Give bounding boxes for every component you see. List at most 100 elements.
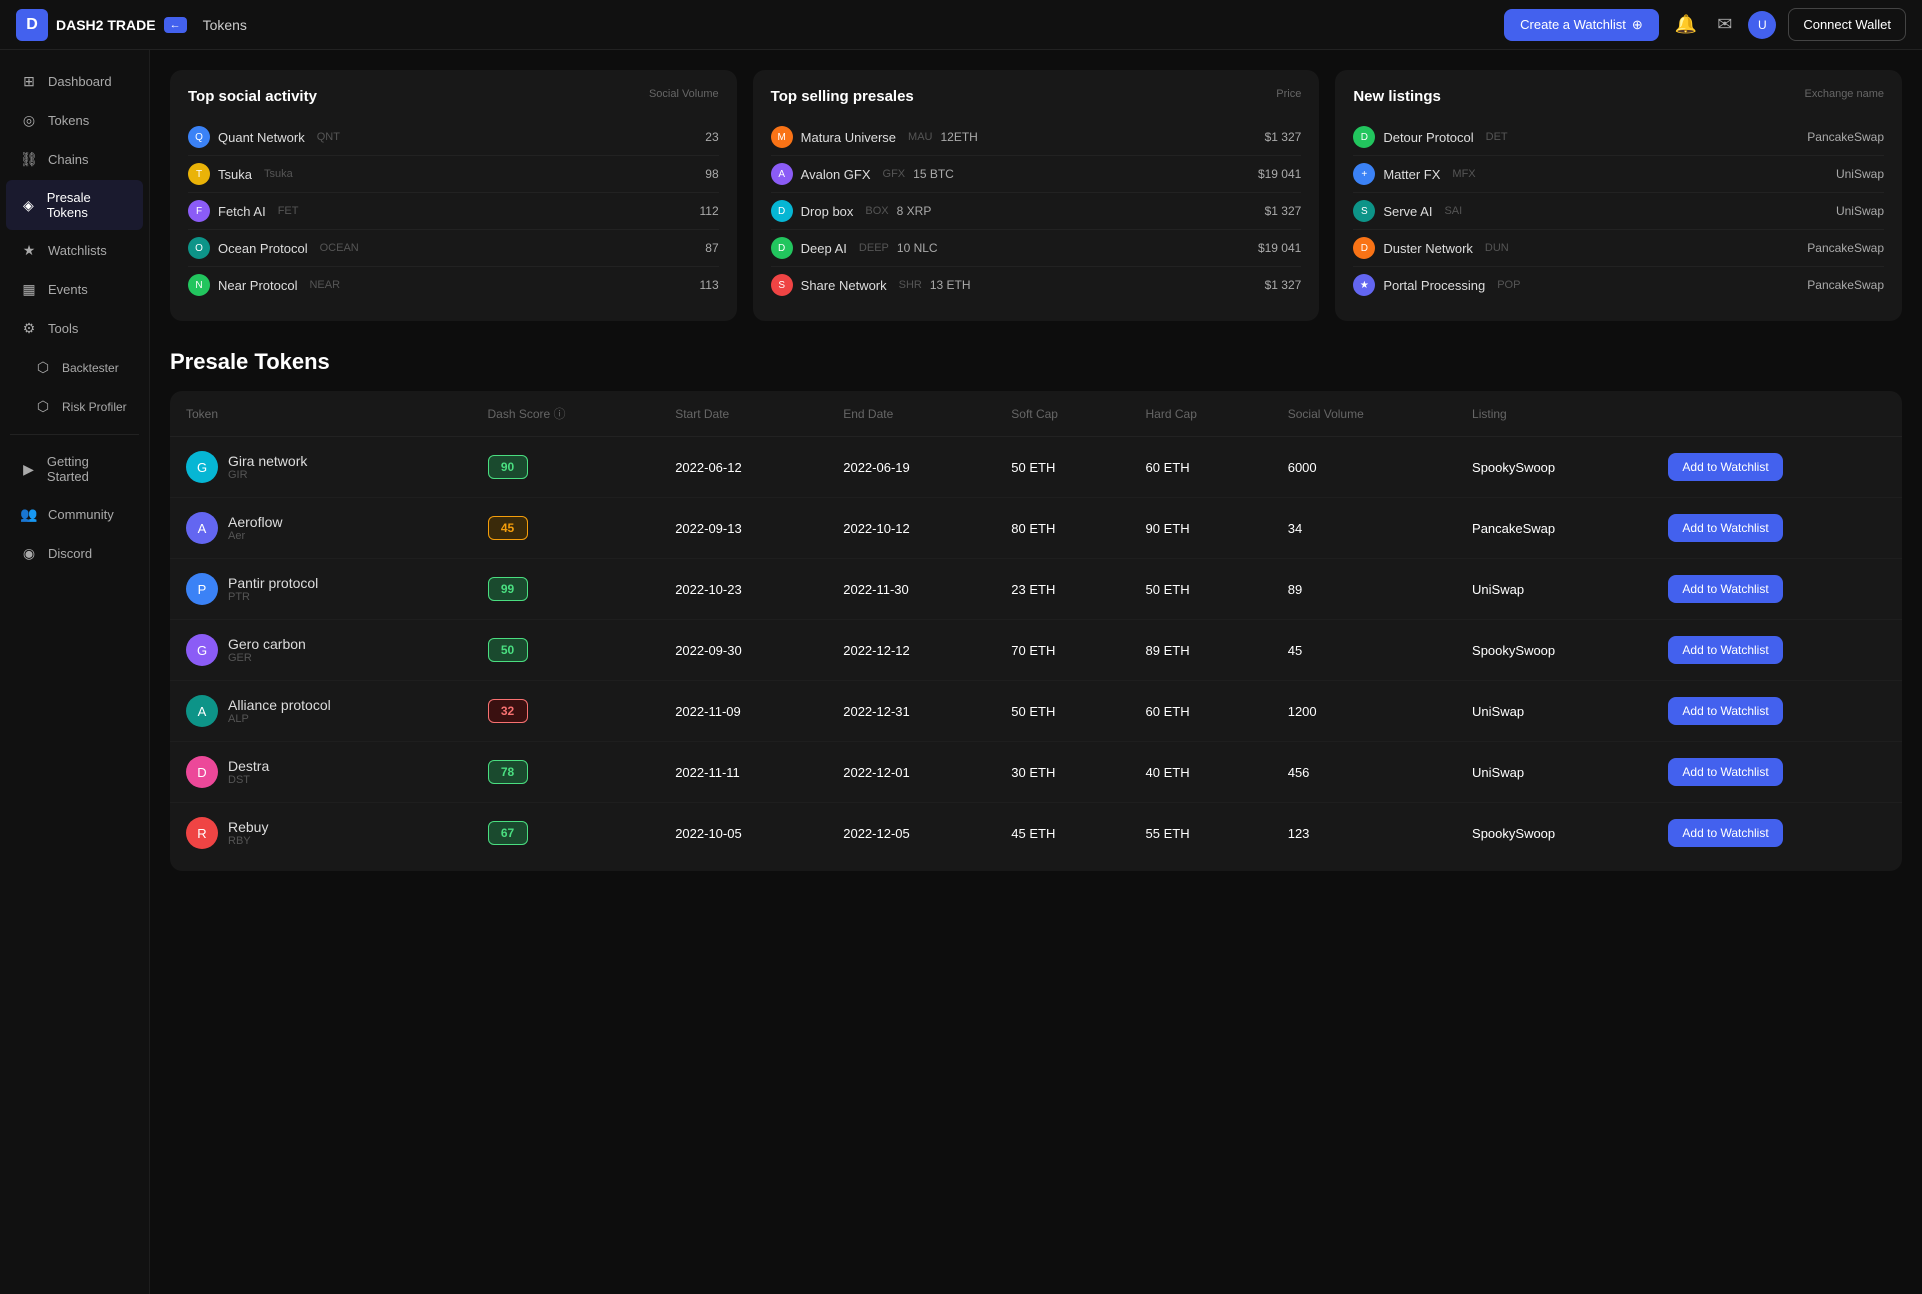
- add-to-watchlist-button[interactable]: Add to Watchlist: [1668, 514, 1782, 542]
- end-date-cell: 2022-11-30: [827, 559, 995, 620]
- sidebar-item-tokens[interactable]: ◎ Tokens: [6, 102, 143, 139]
- token-name: Drop box: [801, 204, 854, 219]
- token-name: Tsuka: [218, 167, 252, 182]
- action-cell[interactable]: Add to Watchlist: [1652, 498, 1902, 559]
- mail-button[interactable]: ✉: [1713, 10, 1736, 39]
- action-cell[interactable]: Add to Watchlist: [1652, 803, 1902, 864]
- exchange-name: PancakeSwap: [1807, 278, 1884, 292]
- hard-cap-cell: 40 ETH: [1130, 742, 1272, 803]
- end-date-cell: 2022-06-19: [827, 437, 995, 498]
- app-name: DASH2 TRADE: [56, 17, 156, 33]
- social-activity-item: Q Quant Network QNT 23: [188, 119, 719, 156]
- token-symbol: Tsuka: [264, 168, 293, 180]
- sidebar-item-community[interactable]: 👥 Community: [6, 496, 143, 533]
- new-listings-card: New listings Exchange name D Detour Prot…: [1335, 70, 1902, 321]
- add-to-watchlist-button[interactable]: Add to Watchlist: [1668, 819, 1782, 847]
- chains-icon: ⛓: [20, 151, 38, 168]
- exchange-label: Exchange name: [1805, 88, 1885, 100]
- start-date-cell: 2022-06-12: [659, 437, 827, 498]
- sidebar-item-discord[interactable]: ◉ Discord: [6, 535, 143, 572]
- token-cell-icon: G: [186, 634, 218, 666]
- col-listing: Listing: [1456, 391, 1652, 437]
- col-hard-cap: Hard Cap: [1130, 391, 1272, 437]
- sidebar-item-dashboard[interactable]: ⊞ Dashboard: [6, 63, 143, 100]
- add-to-watchlist-button[interactable]: Add to Watchlist: [1668, 697, 1782, 725]
- table-row: A Aeroflow Aer 45 2022-09-13 2022-10-12 …: [170, 498, 1902, 559]
- sidebar-item-risk-profiler[interactable]: ⬡ Risk Profiler: [6, 388, 143, 425]
- sidebar-item-events[interactable]: ▦ Events: [6, 271, 143, 308]
- col-dash-score: Dash Score ⓘ: [472, 391, 660, 437]
- action-cell[interactable]: Add to Watchlist: [1652, 437, 1902, 498]
- dash-score-badge: 50: [488, 638, 528, 662]
- token-icon: S: [1353, 200, 1375, 222]
- add-to-watchlist-button[interactable]: Add to Watchlist: [1668, 575, 1782, 603]
- social-activity-list: Q Quant Network QNT 23 T Tsuka Tsuka 98 …: [188, 119, 719, 303]
- col-start-date: Start Date: [659, 391, 827, 437]
- token-icon: ★: [1353, 274, 1375, 296]
- presale-eth: 12ETH: [940, 130, 977, 144]
- notification-button[interactable]: 🔔: [1671, 10, 1701, 39]
- sidebar-label-discord: Discord: [48, 546, 92, 561]
- token-name: Serve AI: [1383, 204, 1432, 219]
- backtester-icon: ⬡: [34, 359, 52, 376]
- exchange-name: PancakeSwap: [1807, 241, 1884, 255]
- token-cell-symbol: ALP: [228, 713, 331, 725]
- tools-icon: ⚙: [20, 320, 38, 337]
- action-cell[interactable]: Add to Watchlist: [1652, 742, 1902, 803]
- token-name: Quant Network: [218, 130, 305, 145]
- nav-badge[interactable]: ←: [164, 17, 187, 33]
- token-cell: G Gira network GIR: [170, 437, 472, 498]
- token-icon: A: [771, 163, 793, 185]
- add-to-watchlist-button[interactable]: Add to Watchlist: [1668, 758, 1782, 786]
- start-date-cell: 2022-10-05: [659, 803, 827, 864]
- sidebar-item-tools[interactable]: ⚙ Tools: [6, 310, 143, 347]
- token-cell-symbol: PTR: [228, 591, 318, 603]
- presale-tokens-section: Presale Tokens Token Dash Score ⓘ Start …: [170, 349, 1902, 871]
- action-cell[interactable]: Add to Watchlist: [1652, 620, 1902, 681]
- sidebar-item-watchlists[interactable]: ★ Watchlists: [6, 232, 143, 269]
- action-cell[interactable]: Add to Watchlist: [1652, 681, 1902, 742]
- token-cell-info: Alliance protocol ALP: [228, 697, 331, 725]
- table-row: G Gira network GIR 90 2022-06-12 2022-06…: [170, 437, 1902, 498]
- create-watchlist-button[interactable]: Create a Watchlist ⊕: [1504, 9, 1659, 41]
- dash-score-badge: 32: [488, 699, 528, 723]
- dash-score-badge: 67: [488, 821, 528, 845]
- token-name: Matter FX: [1383, 167, 1440, 182]
- action-cell[interactable]: Add to Watchlist: [1652, 559, 1902, 620]
- social-volume-value: 87: [705, 241, 718, 255]
- page-title: Tokens: [203, 17, 247, 33]
- token-name: Ocean Protocol: [218, 241, 308, 256]
- token-cell-info: Destra DST: [228, 758, 269, 786]
- end-date-cell: 2022-12-12: [827, 620, 995, 681]
- add-to-watchlist-button[interactable]: Add to Watchlist: [1668, 636, 1782, 664]
- col-social-volume: Social Volume: [1272, 391, 1456, 437]
- token-cell-info: Rebuy RBY: [228, 819, 268, 847]
- token-cell-name: Aeroflow: [228, 514, 282, 530]
- sidebar-item-backtester[interactable]: ⬡ Backtester: [6, 349, 143, 386]
- sidebar-item-presale-tokens[interactable]: ◈ Presale Tokens: [6, 180, 143, 230]
- connect-wallet-button[interactable]: Connect Wallet: [1788, 8, 1906, 41]
- token-name: Deep AI: [801, 241, 847, 256]
- sidebar-item-chains[interactable]: ⛓ Chains: [6, 141, 143, 178]
- end-date-cell: 2022-12-05: [827, 803, 995, 864]
- token-icon: S: [771, 274, 793, 296]
- community-icon: 👥: [20, 506, 38, 523]
- token-cell-symbol: RBY: [228, 835, 268, 847]
- sidebar-label-getting-started: Getting Started: [47, 454, 129, 484]
- token-symbol: DET: [1486, 131, 1508, 143]
- soft-cap-cell: 70 ETH: [995, 620, 1129, 681]
- add-to-watchlist-button[interactable]: Add to Watchlist: [1668, 453, 1782, 481]
- token-symbol: MFX: [1452, 168, 1475, 180]
- dash-score-cell: 50: [472, 620, 660, 681]
- social-vol-cell: 45: [1272, 620, 1456, 681]
- risk-profiler-icon: ⬡: [34, 398, 52, 415]
- token-symbol: SAI: [1444, 205, 1462, 217]
- token-symbol: DEEP: [859, 242, 889, 254]
- sidebar-item-getting-started[interactable]: ▶ Getting Started: [6, 444, 143, 494]
- col-end-date: End Date: [827, 391, 995, 437]
- presale-item: D Drop box BOX 8 XRP $1 327: [771, 193, 1302, 230]
- table-row: P Pantir protocol PTR 99 2022-10-23 2022…: [170, 559, 1902, 620]
- token-name: Duster Network: [1383, 241, 1473, 256]
- sidebar-label-backtester: Backtester: [62, 361, 119, 375]
- presale-eth: 8 XRP: [897, 204, 932, 218]
